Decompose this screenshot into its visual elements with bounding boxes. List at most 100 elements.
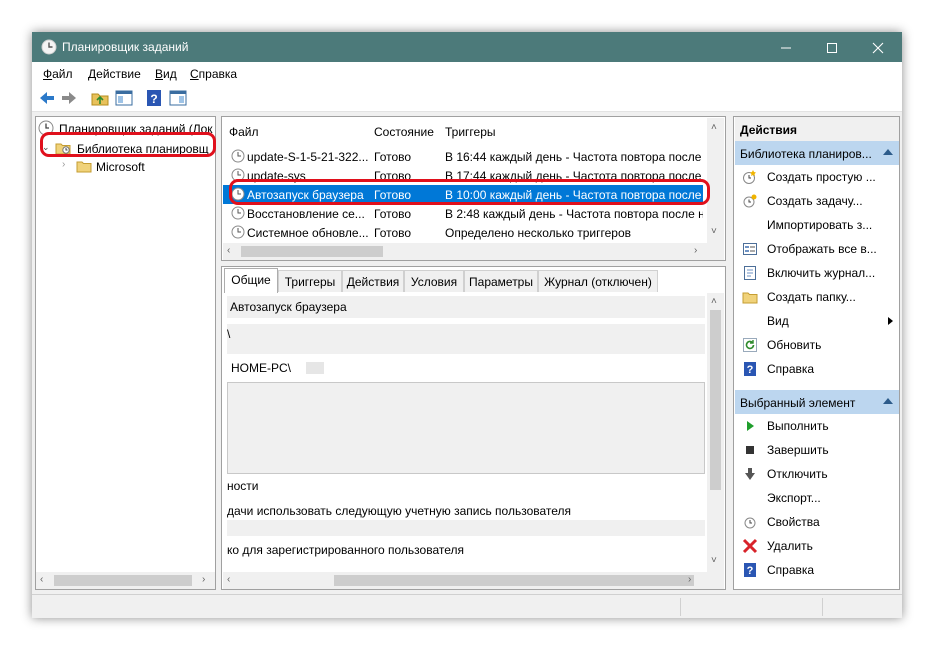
task-list-pane: Файл Состояние Триггеры update-S-1-5-21-… bbox=[221, 116, 726, 261]
help-toolbar-icon[interactable]: ? bbox=[144, 88, 164, 108]
redacted-username bbox=[306, 362, 324, 374]
task-row[interactable]: Системное обновле... Готово Определено н… bbox=[223, 223, 703, 242]
task-clock-icon bbox=[231, 225, 245, 239]
selected-item-section-header[interactable]: Выбранный элемент bbox=[735, 390, 899, 414]
tab-settings[interactable]: Параметры bbox=[464, 270, 538, 292]
action-label: Создать простую ... bbox=[767, 170, 876, 184]
column-header-status[interactable]: Состояние bbox=[374, 125, 434, 139]
scroll-up-icon[interactable]: ˄ bbox=[711, 122, 717, 133]
tab-history[interactable]: Журнал (отключен) bbox=[538, 270, 658, 292]
task-list-scroll-thumb[interactable] bbox=[241, 246, 383, 257]
task-scheduler-window: Планировщик заданий Файл Действие Вид Сп… bbox=[32, 32, 902, 618]
tab-conditions[interactable]: Условия bbox=[404, 270, 464, 292]
action-properties[interactable]: Свойства bbox=[735, 510, 899, 534]
task-list-vertical-scrollbar[interactable]: ˄ ˅ bbox=[707, 118, 724, 243]
details-horizontal-scrollbar[interactable]: ‹ › bbox=[223, 572, 724, 589]
action-help[interactable]: ? Справка bbox=[735, 357, 899, 381]
task-clock-icon bbox=[231, 206, 245, 220]
maximize-button[interactable] bbox=[809, 32, 855, 62]
submenu-arrow-icon bbox=[888, 317, 893, 325]
task-row-selected[interactable]: Автозапуск браузера Готово В 10:00 кажды… bbox=[223, 185, 703, 204]
details-vertical-scrollbar[interactable]: ˄ ˅ bbox=[707, 293, 724, 572]
collapse-caret-icon[interactable] bbox=[883, 398, 893, 404]
scroll-down-icon[interactable]: ˅ bbox=[711, 555, 717, 566]
action-view[interactable]: Вид bbox=[735, 309, 899, 333]
back-arrow-icon[interactable] bbox=[37, 88, 57, 108]
show-hide-action-pane-icon[interactable] bbox=[168, 88, 188, 108]
menu-file[interactable]: Файл bbox=[43, 67, 73, 81]
run-icon bbox=[742, 418, 758, 434]
title-bar[interactable]: Планировщик заданий bbox=[32, 32, 902, 62]
task-name: Автозапуск браузера bbox=[247, 188, 364, 202]
tree-pane: Планировщик заданий (Лок ⌄ Библиотека пл… bbox=[35, 116, 216, 590]
scroll-left-icon[interactable]: ‹ bbox=[227, 574, 230, 585]
clock-app-icon bbox=[41, 39, 57, 55]
library-section-label: Библиотека планиров... bbox=[740, 147, 872, 161]
action-help-selected[interactable]: ? Справка bbox=[735, 558, 899, 582]
action-run[interactable]: Выполнить bbox=[735, 414, 899, 438]
action-label: Включить журнал... bbox=[767, 266, 876, 280]
action-label: Импортировать з... bbox=[767, 218, 873, 232]
create-basic-task-icon bbox=[742, 169, 758, 185]
scroll-up-icon[interactable]: ˄ bbox=[711, 296, 717, 307]
action-disable[interactable]: Отключить bbox=[735, 462, 899, 486]
up-folder-icon[interactable] bbox=[90, 88, 110, 108]
task-name: Системное обновле... bbox=[247, 226, 369, 240]
task-status: Готово bbox=[374, 150, 412, 164]
menu-action[interactable]: Действие bbox=[88, 67, 141, 81]
task-status: Готово bbox=[374, 169, 412, 183]
action-label: Отключить bbox=[767, 467, 828, 481]
action-label: Удалить bbox=[767, 539, 813, 553]
task-row[interactable]: update-sys Готово В 17:44 каждый день - … bbox=[223, 166, 703, 185]
action-export[interactable]: Экспорт... bbox=[735, 486, 899, 510]
tree-item-library[interactable]: ⌄ Библиотека планировщ bbox=[36, 138, 216, 158]
action-import-task[interactable]: Импортировать з... bbox=[735, 213, 899, 237]
action-display-running[interactable]: Отображать все в... bbox=[735, 237, 899, 261]
menu-view[interactable]: Вид bbox=[155, 67, 177, 81]
toolbar: ? bbox=[32, 84, 902, 112]
action-delete[interactable]: Удалить bbox=[735, 534, 899, 558]
action-enable-history[interactable]: Включить журнал... bbox=[735, 261, 899, 285]
scroll-right-icon[interactable]: › bbox=[202, 574, 205, 585]
forward-arrow-icon[interactable] bbox=[59, 88, 79, 108]
task-clock-icon bbox=[231, 149, 245, 163]
scroll-right-icon[interactable]: › bbox=[688, 574, 691, 585]
minimize-button[interactable] bbox=[763, 32, 809, 62]
task-row[interactable]: update-S-1-5-21-322... Готово В 16:44 ка… bbox=[223, 147, 703, 166]
task-list-horizontal-scrollbar[interactable]: ‹ › bbox=[223, 243, 724, 260]
disable-icon bbox=[742, 466, 758, 482]
tab-triggers[interactable]: Триггеры bbox=[278, 270, 342, 292]
collapse-chevron-icon[interactable]: ⌄ bbox=[42, 142, 50, 153]
tree-scroll-thumb[interactable] bbox=[54, 575, 192, 586]
action-label: Вид bbox=[767, 314, 789, 328]
show-hide-tree-icon[interactable] bbox=[114, 88, 134, 108]
delete-icon bbox=[742, 538, 758, 554]
scroll-left-icon[interactable]: ‹ bbox=[227, 245, 230, 256]
action-new-folder[interactable]: Создать папку... bbox=[735, 285, 899, 309]
security-options-label: ности bbox=[227, 479, 259, 493]
library-section-header[interactable]: Библиотека планиров... bbox=[735, 141, 899, 165]
tab-actions[interactable]: Действия bbox=[342, 270, 404, 292]
details-scroll-thumb[interactable] bbox=[710, 310, 721, 490]
action-refresh[interactable]: Обновить bbox=[735, 333, 899, 357]
collapse-caret-icon[interactable] bbox=[883, 149, 893, 155]
create-task-icon bbox=[742, 193, 758, 209]
scroll-left-icon[interactable]: ‹ bbox=[40, 574, 43, 585]
expand-chevron-icon[interactable]: › bbox=[62, 159, 65, 170]
action-end[interactable]: Завершить bbox=[735, 438, 899, 462]
status-separator bbox=[680, 598, 681, 616]
tree-horizontal-scrollbar[interactable]: ‹ › bbox=[36, 572, 215, 589]
task-row[interactable]: Восстановление се... Готово В 2:48 кажды… bbox=[223, 204, 703, 223]
maximize-icon bbox=[827, 43, 837, 53]
scroll-right-icon[interactable]: › bbox=[694, 245, 697, 256]
tab-general[interactable]: Общие bbox=[224, 268, 278, 293]
scroll-down-icon[interactable]: ˅ bbox=[711, 226, 717, 237]
close-button[interactable] bbox=[855, 32, 901, 62]
column-header-file[interactable]: Файл bbox=[229, 125, 259, 139]
column-header-triggers[interactable]: Триггеры bbox=[445, 125, 496, 139]
action-create-basic-task[interactable]: Создать простую ... bbox=[735, 165, 899, 189]
menu-help[interactable]: Справка bbox=[190, 67, 237, 81]
action-create-task[interactable]: Создать задачу... bbox=[735, 189, 899, 213]
details-horizontal-scroll-thumb[interactable] bbox=[334, 575, 694, 586]
run-only-logged-on-option[interactable]: ко для зарегистрированного пользователя bbox=[227, 543, 464, 557]
